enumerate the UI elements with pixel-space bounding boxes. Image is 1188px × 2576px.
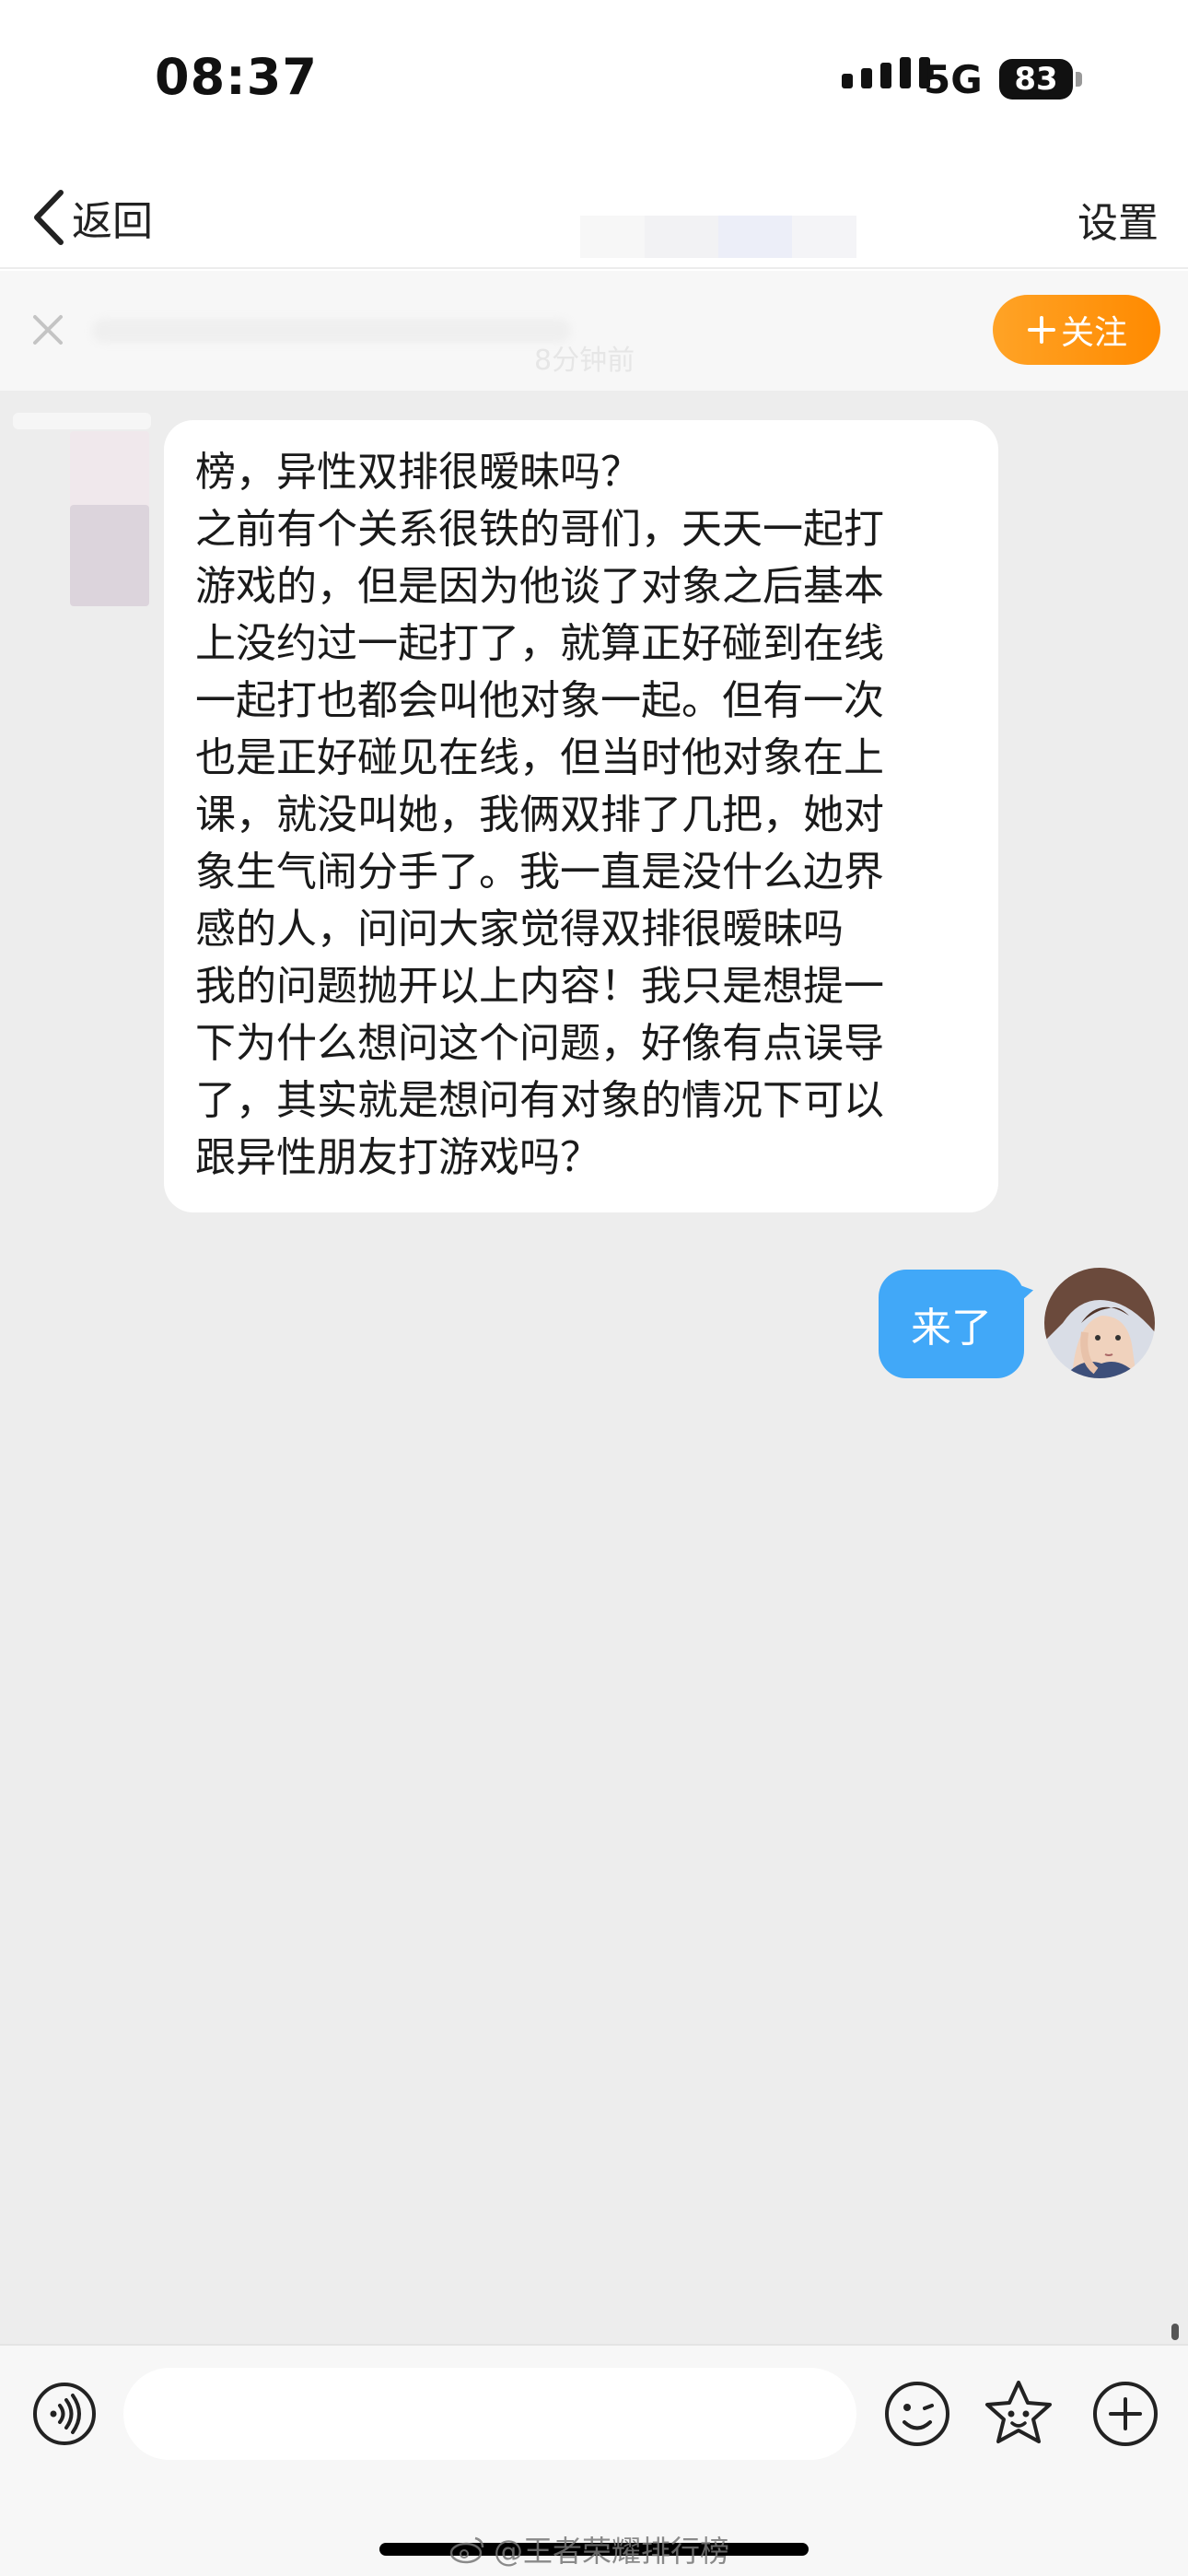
add-icon[interactable]	[1090, 2379, 1160, 2449]
settings-button[interactable]: 设置	[1077, 190, 1159, 249]
close-icon[interactable]	[26, 308, 70, 352]
banner-time: 8分钟前	[534, 345, 635, 377]
battery-cap	[1076, 72, 1082, 87]
message-line: 下为什么想问这个问题，好像有点误导	[195, 1020, 884, 1067]
status-time: 08:37	[155, 48, 318, 106]
message-line: 我的问题抛开以上内容！我只是想提一	[195, 963, 884, 1010]
my-avatar[interactable]	[1044, 1268, 1155, 1378]
my-message-bubble[interactable]: 来了	[879, 1270, 1024, 1378]
network-type: 5G	[924, 57, 983, 102]
follow-label: 关注	[1060, 314, 1127, 352]
plus-icon	[1027, 316, 1055, 344]
peer-avatar[interactable]	[13, 413, 151, 606]
message-line: 课，就没叫她，我俩双排了几把，她对	[195, 791, 884, 838]
battery-icon: 83	[999, 59, 1073, 100]
avatar-illustration	[1044, 1268, 1155, 1378]
message-line: 象生气闹分手了。我一直是没什么边界	[195, 849, 884, 896]
message-line: 也是正好碰见在线，但当时他对象在上	[195, 734, 884, 781]
voice-icon[interactable]	[31, 2381, 98, 2447]
banner-info-redacted	[92, 319, 571, 343]
battery-level: 83	[1014, 61, 1058, 98]
scrollbar[interactable]	[1171, 2324, 1179, 2340]
peer-message-bubble[interactable]: 榜，异性双排很暧昧吗？ 之前有个关系很铁的哥们，天天一起打 游戏的，但是因为他谈…	[164, 420, 998, 1212]
message-line: 跟异性朋友打游戏吗？	[195, 1134, 600, 1181]
back-button[interactable]: 返回	[29, 181, 153, 254]
message-line: 感的人，问问大家觉得双排很暧昧吗	[195, 906, 844, 953]
message-line: 榜，异性双排很暧昧吗？	[195, 449, 641, 496]
signal-strength-icon	[842, 57, 930, 88]
message-line: 游戏的，但是因为他谈了对象之后基本	[195, 563, 884, 610]
sticker-icon[interactable]	[982, 2377, 1055, 2451]
emoji-icon[interactable]	[882, 2379, 952, 2449]
nav-bar: 返回 设置	[0, 166, 1188, 269]
message-line: 了，其实就是想问有对象的情况下可以	[195, 1077, 884, 1124]
message-line: 上没约过一起打了，就算正好碰到在线	[195, 620, 884, 667]
watermark-text: @王者荣耀排行榜	[494, 2534, 730, 2569]
weibo-icon	[449, 2536, 484, 2564]
back-chevron-icon	[34, 190, 64, 245]
chat-title-redacted	[580, 216, 856, 258]
back-label: 返回	[72, 198, 153, 245]
follow-button[interactable]: 关注	[993, 295, 1160, 365]
message-line: 之前有个关系很铁的哥们，天天一起打	[195, 506, 884, 553]
message-input[interactable]	[123, 2368, 856, 2460]
message-line: 一起打也都会叫他对象一起。但有一次	[195, 677, 884, 724]
watermark: @王者荣耀排行榜	[449, 2528, 729, 2570]
